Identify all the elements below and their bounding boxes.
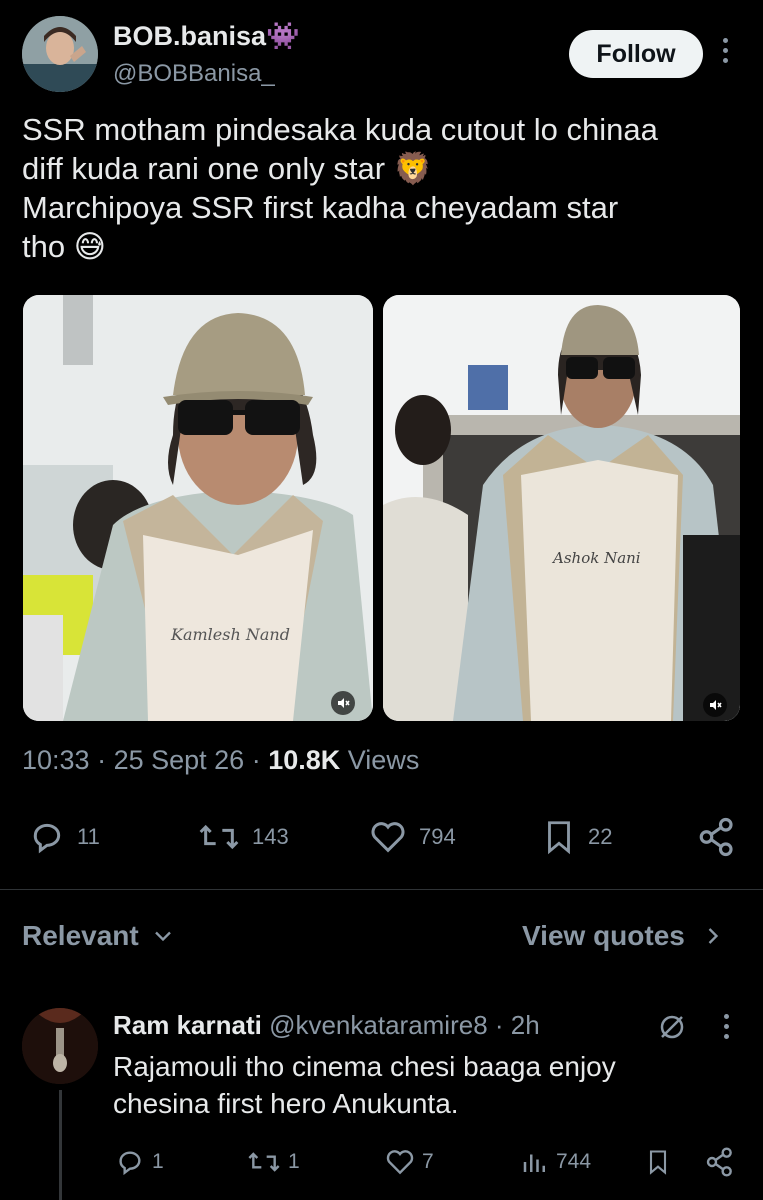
reply-time[interactable]: 2h (511, 1010, 540, 1040)
sort-label: Relevant (22, 920, 139, 951)
bookmark-count: 22 (588, 824, 613, 849)
mute-icon[interactable] (703, 693, 727, 717)
tweet-text-line: diff kuda rani one only star 🦁 (22, 151, 433, 186)
bookmark-icon (548, 821, 570, 855)
reply-author-handle[interactable]: @kvenkataramire8 (269, 1010, 488, 1040)
chevron-down-icon (154, 931, 171, 942)
reply-repost-count: 1 (288, 1150, 300, 1173)
grok-icon[interactable] (657, 1012, 687, 1047)
follow-button[interactable]: Follow (569, 30, 703, 78)
reply-repost-button[interactable]: 1 (246, 1146, 300, 1178)
shirt-text: Kamlesh Nand (170, 625, 290, 644)
shirt-text: Ashok Nani (551, 549, 641, 567)
tweet-text-line: tho 😅 (22, 229, 107, 264)
alien-emoji: 👾 (266, 21, 300, 51)
share-button[interactable] (696, 815, 738, 859)
bookmark-icon (649, 1150, 667, 1175)
view-quotes-link[interactable]: View quotes (522, 920, 727, 952)
repost-count: 143 (252, 824, 289, 849)
reply-reply-button[interactable]: 1 (114, 1146, 164, 1178)
reply-text-line: chesina first hero Anukunta. (113, 1088, 459, 1119)
reply-more-icon[interactable] (719, 1014, 733, 1046)
sort-dropdown[interactable]: Relevant (22, 920, 177, 952)
reply-icon (33, 823, 61, 854)
reply-avatar[interactable] (22, 1008, 98, 1084)
reply-count: 11 (77, 824, 100, 849)
author-name[interactable]: BOB.banisa👾 (113, 20, 300, 52)
chevron-right-icon (708, 928, 719, 944)
share-icon (706, 1147, 732, 1177)
reply-reply-count: 1 (152, 1150, 164, 1173)
reply-share-button[interactable] (704, 1146, 736, 1178)
tweet-text: SSR motham pindesaka kuda cutout lo chin… (22, 110, 742, 266)
like-count: 794 (419, 824, 456, 849)
view-quotes-label: View quotes (522, 920, 685, 951)
reply-text-line: Rajamouli tho cinema chesi baaga enjoy (113, 1051, 616, 1082)
divider (0, 889, 763, 890)
mute-icon[interactable] (331, 691, 355, 715)
reply-button[interactable]: 11 (27, 815, 100, 859)
views-icon (523, 1154, 545, 1172)
reply-views-count: 744 (556, 1150, 592, 1173)
reply-like-count: 7 (422, 1150, 434, 1173)
reply-author-name[interactable]: Ram karnati (113, 1010, 262, 1040)
tweet-text-line: SSR motham pindesaka kuda cutout lo chin… (22, 112, 658, 147)
thread-line (59, 1090, 62, 1200)
heart-icon (386, 1150, 414, 1175)
heart-icon (371, 822, 405, 853)
reply-header: Ram karnati @kvenkataramire8 · 2h (113, 1010, 540, 1040)
media-photo-2[interactable]: Ashok Nani (383, 295, 740, 721)
bookmark-button[interactable]: 22 (540, 815, 612, 859)
author-handle[interactable]: @BOBBanisa_ (113, 60, 275, 88)
repost-button[interactable]: 143 (196, 815, 289, 859)
reply-views-button[interactable]: 744 (520, 1146, 591, 1178)
reply-like-button[interactable]: 7 (384, 1146, 434, 1178)
author-avatar[interactable] (22, 16, 98, 92)
repost-icon (199, 824, 239, 850)
repost-icon (248, 1152, 280, 1172)
tweet-date[interactable]: 25 Sept 26 (114, 745, 245, 775)
views-label: Views (347, 745, 420, 775)
views-count: 10.8K (268, 745, 341, 775)
tweet-time[interactable]: 10:33 (22, 745, 90, 775)
share-icon (699, 817, 733, 857)
media-photo-1[interactable]: Kamlesh Nand (23, 295, 373, 721)
tweet-meta: 10:33 · 25 Sept 26 · 10.8K Views (22, 745, 420, 775)
tweet-text-line: Marchipoya SSR first kadha cheyadam star (22, 190, 619, 225)
reply-text: Rajamouli tho cinema chesi baaga enjoy c… (113, 1048, 713, 1122)
reply-bookmark-button[interactable] (644, 1146, 672, 1178)
more-options-icon[interactable] (718, 38, 732, 70)
like-button[interactable]: 794 (367, 815, 456, 859)
reply-icon (119, 1151, 141, 1176)
